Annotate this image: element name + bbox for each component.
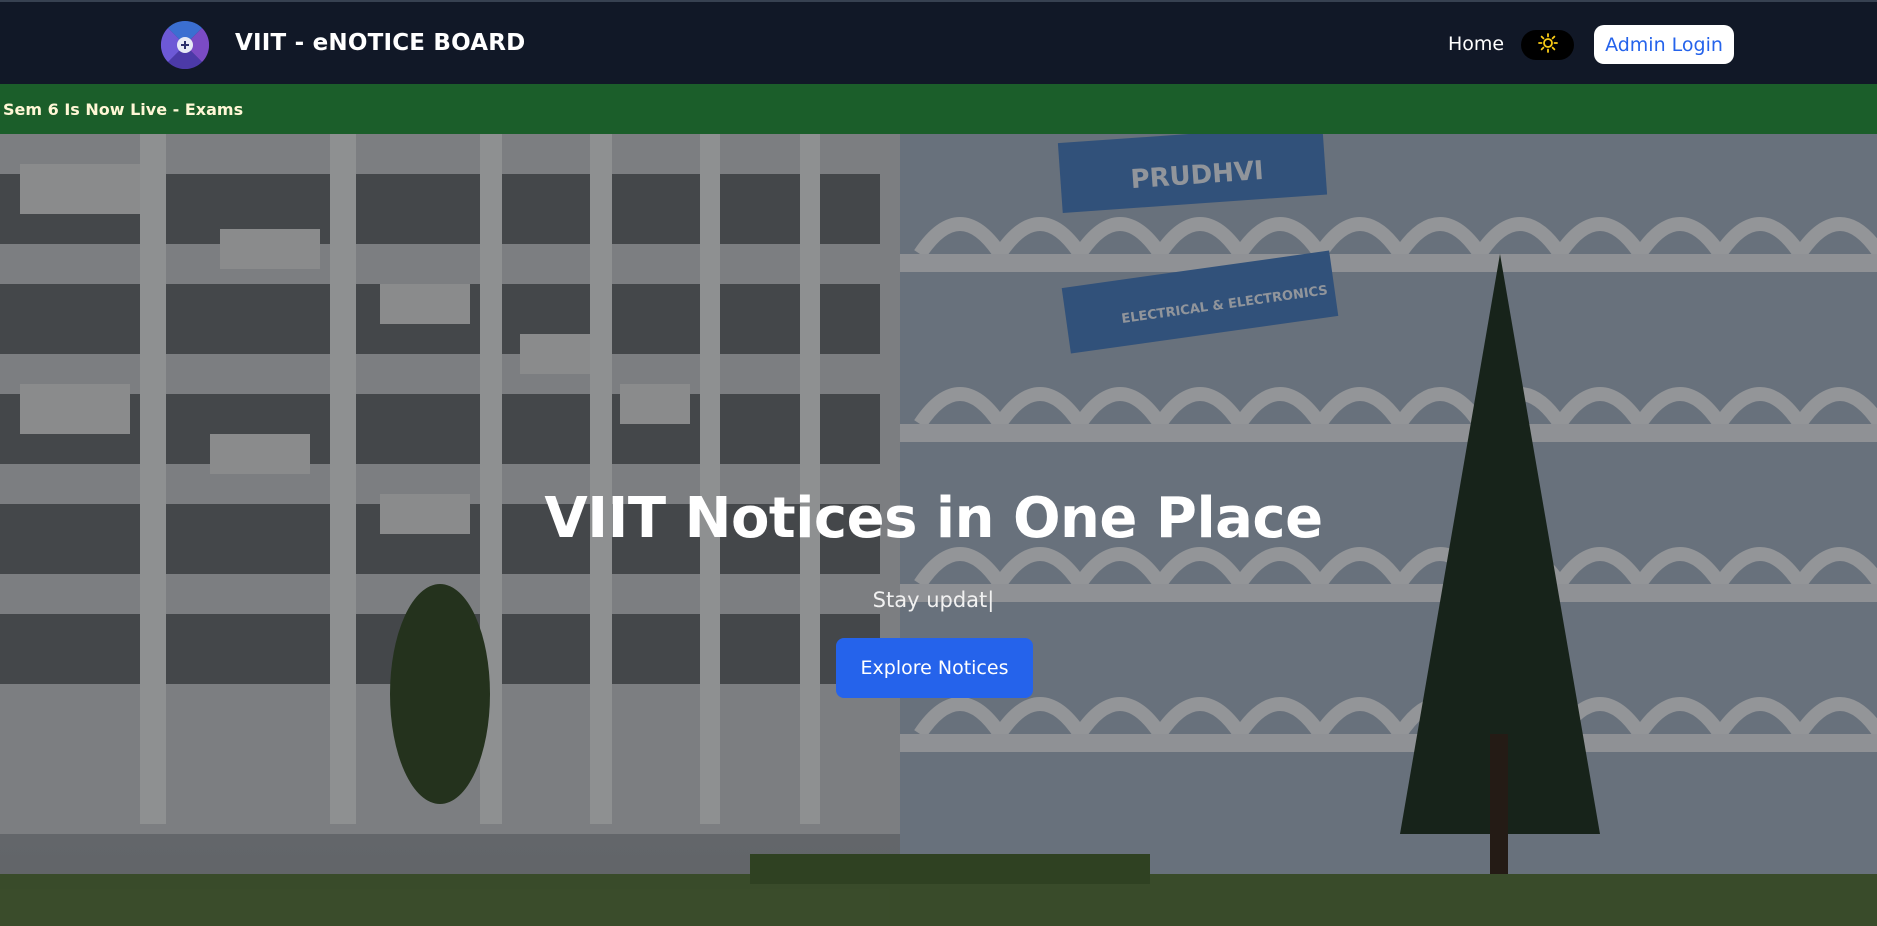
theme-toggle-button[interactable] [1521,30,1574,60]
hero-title: VIIT Notices in One Place [544,486,1323,551]
explore-notices-button[interactable]: Explore Notices [836,638,1033,698]
nav-home-link[interactable]: Home [1448,33,1504,55]
brand-title: VIIT - eNOTICE BOARD [235,30,526,56]
hero-section: PRUDHVI ELECTRICAL & ELECTRONICS VIIT No… [0,134,1877,926]
admin-login-button[interactable]: Admin Login [1594,25,1734,64]
ticker-text[interactable]: Sem 6 Is Now Live - Exams [3,100,243,119]
announcement-ticker: Sem 6 Is Now Live - Exams [0,84,1877,134]
viit-logo-icon[interactable] [160,20,210,70]
sun-icon [1537,33,1558,57]
hero-subtitle-typing: Stay updat| [872,588,995,612]
top-navbar: VIIT - eNOTICE BOARD Home Admin Login [0,0,1877,84]
